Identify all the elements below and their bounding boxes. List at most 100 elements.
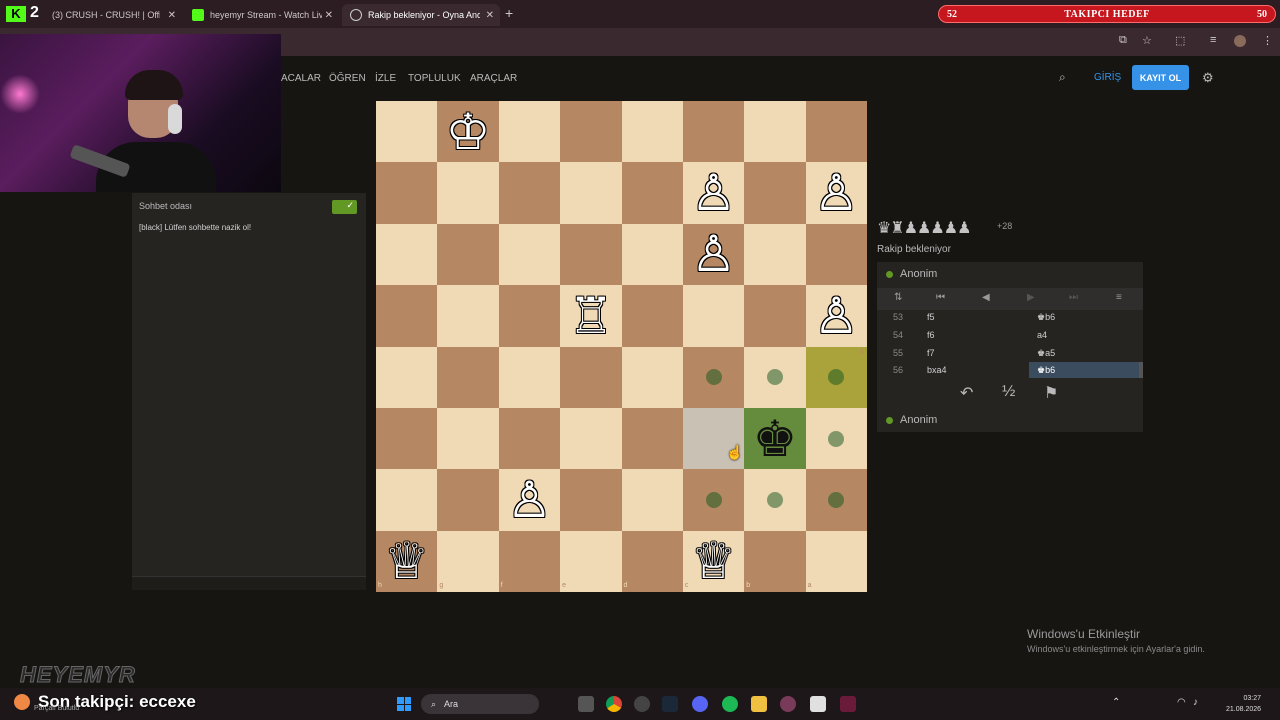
board-square[interactable]	[621, 530, 683, 592]
file-explorer-icon[interactable]	[578, 696, 594, 712]
board-square[interactable]	[437, 346, 499, 408]
draw-offer-button[interactable]: ½	[1002, 383, 1015, 401]
black-move[interactable]: ♚b6	[1037, 365, 1055, 376]
tab-heyemyr-stream[interactable]: heyemyr Stream - Watch Live o ✕	[184, 4, 339, 26]
white-pawn[interactable]: ♙	[806, 285, 867, 346]
white-queen[interactable]: ♕	[683, 531, 744, 592]
volume-icon[interactable]: ♪	[1193, 697, 1198, 708]
board-square[interactable]	[376, 101, 438, 163]
star-icon[interactable]: ☆	[1142, 34, 1152, 47]
discord-icon[interactable]	[692, 696, 708, 712]
board-square[interactable]	[437, 285, 499, 347]
app-icon[interactable]	[780, 696, 796, 712]
first-move-icon[interactable]: ⏮	[936, 292, 945, 303]
last-move-icon[interactable]: ⏭	[1069, 292, 1078, 303]
close-icon[interactable]: ✕	[486, 10, 494, 21]
flip-board-icon[interactable]: ⇅	[894, 292, 902, 303]
move-hint-dot[interactable]	[828, 430, 845, 447]
white-pawn[interactable]: ♙	[499, 469, 560, 530]
board-square[interactable]	[621, 162, 683, 224]
extensions-icon[interactable]: ⬚	[1175, 34, 1185, 47]
board-square[interactable]	[376, 162, 438, 224]
board-square[interactable]	[621, 101, 683, 163]
board-square[interactable]	[560, 346, 622, 408]
chat-toggle[interactable]	[332, 200, 357, 214]
board-square[interactable]	[744, 285, 806, 347]
move-hint-dot[interactable]	[705, 491, 722, 508]
white-pawn[interactable]: ♙	[683, 162, 744, 223]
chat-input[interactable]	[132, 576, 366, 590]
board-square[interactable]	[376, 407, 438, 470]
login-link[interactable]: GİRİŞ	[1094, 72, 1121, 83]
board-square[interactable]	[560, 223, 622, 286]
board-square[interactable]	[560, 530, 622, 592]
move-hint-dot[interactable]	[766, 491, 783, 508]
close-icon[interactable]: ✕	[325, 10, 333, 21]
board-square[interactable]	[560, 162, 622, 224]
avatar[interactable]	[1234, 35, 1246, 47]
nav-link-araclar[interactable]: ARAÇLAR	[470, 73, 517, 84]
board-square[interactable]	[437, 223, 499, 286]
next-move-icon[interactable]: ▶	[1027, 292, 1035, 303]
board-square[interactable]	[376, 223, 438, 286]
board-square[interactable]	[682, 285, 745, 347]
editor-icon[interactable]	[840, 696, 856, 712]
tab-lichess[interactable]: Rakip bekleniyor - Oyna Anon. ✕	[342, 4, 500, 26]
nav-link-ogren[interactable]: ÖĞREN	[329, 73, 366, 84]
board-square[interactable]	[498, 285, 561, 347]
black-move[interactable]: ♚b6	[1037, 312, 1055, 323]
board-square[interactable]	[805, 101, 867, 163]
folder-icon[interactable]	[751, 696, 767, 712]
board-square[interactable]	[376, 285, 438, 347]
board-square[interactable]	[560, 407, 622, 470]
new-tab-button[interactable]: +	[505, 5, 513, 21]
board-square[interactable]	[437, 407, 499, 470]
board-square[interactable]	[560, 101, 622, 163]
board-square[interactable]	[805, 223, 867, 286]
board-square[interactable]	[621, 285, 683, 347]
white-move[interactable]: bxa4	[927, 365, 947, 375]
resign-flag-icon[interactable]: ⚑	[1044, 383, 1058, 403]
board-square[interactable]	[744, 101, 806, 163]
board-square[interactable]	[744, 223, 806, 286]
board-square[interactable]	[744, 162, 806, 224]
board-square[interactable]	[437, 162, 499, 224]
taskbar-search[interactable]: ⌕ Ara	[421, 694, 539, 714]
board-square[interactable]	[621, 407, 683, 470]
white-move[interactable]: f6	[927, 330, 935, 340]
obs-icon[interactable]	[634, 696, 650, 712]
white-move[interactable]: f7	[927, 348, 935, 358]
board-square[interactable]	[437, 469, 499, 531]
board-square[interactable]	[621, 223, 683, 286]
media-icon[interactable]: ≡	[1210, 34, 1216, 46]
windows-start-icon[interactable]	[397, 697, 411, 711]
board-square[interactable]	[498, 530, 561, 592]
white-king[interactable]: ♔	[437, 101, 498, 162]
board-square[interactable]	[744, 530, 806, 592]
menu-icon[interactable]: ⋮	[1262, 34, 1273, 47]
white-pawn[interactable]: ♙	[683, 224, 744, 285]
tray-chevron-icon[interactable]: ⌃	[1112, 697, 1120, 708]
signup-button[interactable]: KAYIT OL	[1132, 65, 1189, 90]
search-icon[interactable]: ⌕	[1059, 70, 1066, 85]
nav-link-bulmacalar[interactable]: ACALAR	[281, 73, 321, 84]
gear-icon[interactable]: ⚙	[1202, 70, 1214, 86]
board-square[interactable]	[498, 407, 561, 470]
white-rook[interactable]: ♖	[560, 285, 621, 346]
wifi-icon[interactable]: ◠	[1177, 697, 1186, 708]
nav-link-izle[interactable]: İZLE	[375, 73, 396, 84]
menu-icon[interactable]: ≡	[1116, 292, 1122, 303]
steam-icon[interactable]	[662, 696, 678, 712]
taskbar-clock[interactable]: 03:27 21.08.2026	[1226, 693, 1261, 715]
white-pawn[interactable]: ♙	[806, 162, 867, 223]
scrollbar[interactable]	[1139, 362, 1143, 378]
white-queen[interactable]: ♕	[376, 531, 437, 592]
black-move[interactable]: a4	[1037, 330, 1047, 340]
board-square[interactable]	[437, 530, 499, 592]
takeback-icon[interactable]: ↶	[960, 383, 973, 403]
board-square[interactable]	[621, 469, 683, 531]
board-square[interactable]	[498, 346, 561, 408]
board-square[interactable]	[376, 469, 438, 531]
prev-move-icon[interactable]: ◀	[982, 292, 990, 303]
tab-crush[interactable]: (3) CRUSH - CRUSH! | Official M ✕	[44, 4, 182, 26]
